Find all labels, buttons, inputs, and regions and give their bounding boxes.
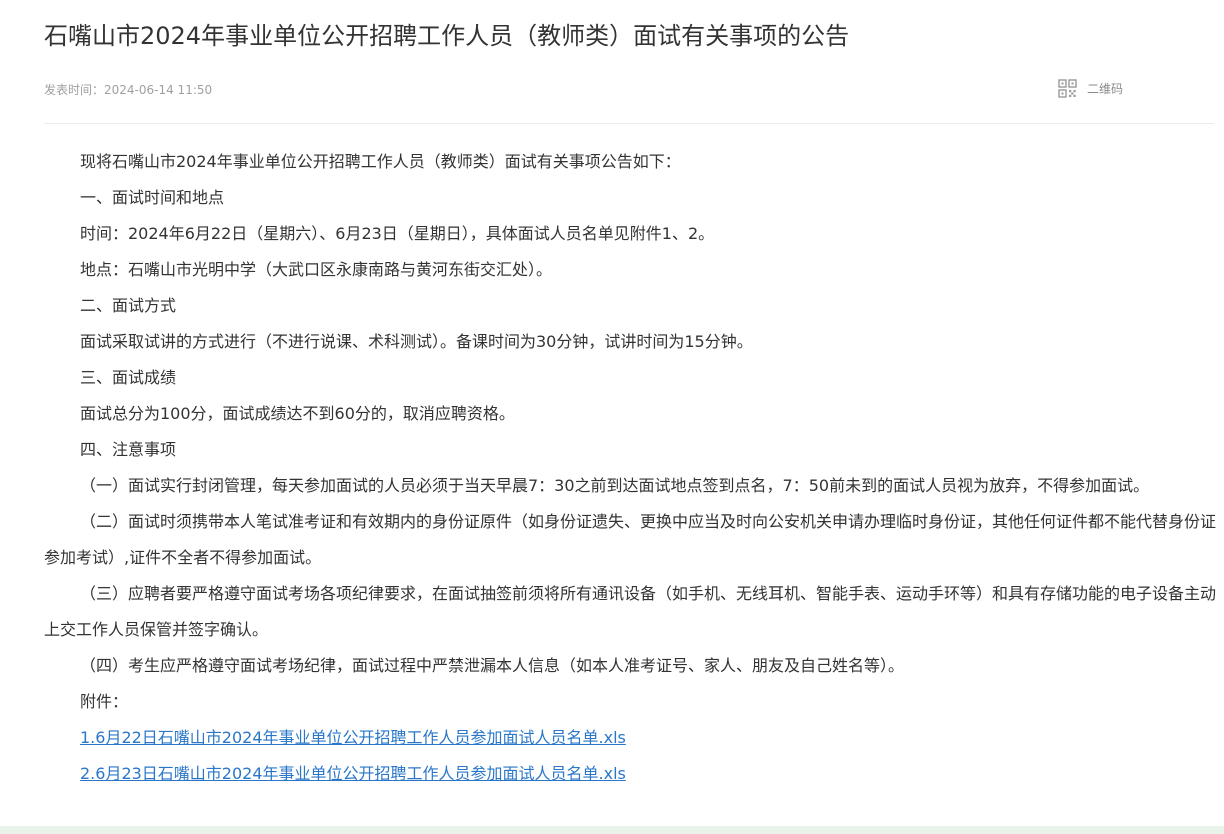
section-heading-method: 二、面试方式 — [80, 296, 177, 315]
note-item-2: （二）面试时须携带本人笔试准考证和有效期内的身份证原件（如身份证遗失、更换中应当… — [44, 512, 1217, 567]
article-body: 现将石嘴山市2024年事业单位公开招聘工作人员（教师类）面试有关事项公告如下： … — [44, 144, 1216, 792]
attachment-link-2[interactable]: 2.6月23日石嘴山市2024年事业单位公开招聘工作人员参加面试人员名单.xls — [80, 764, 626, 783]
attachments-label: 附件： — [80, 692, 129, 711]
attachment-item-2: 2.6月23日石嘴山市2024年事业单位公开招聘工作人员参加面试人员名单.xls — [44, 756, 1216, 792]
interview-score: 面试总分为100分，面试成绩达不到60分的，取消应聘资格。 — [80, 404, 515, 423]
attachment-link-1[interactable]: 1.6月22日石嘴山市2024年事业单位公开招聘工作人员参加面试人员名单.xls — [80, 728, 626, 747]
publish-time: 发表时间：2024-06-14 11:50 — [44, 83, 213, 97]
note-item-1: （一）面试实行封闭管理，每天参加面试的人员必须于当天早晨7：30之前到达面试地点… — [80, 476, 1150, 495]
attachment-item-1: 1.6月22日石嘴山市2024年事业单位公开招聘工作人员参加面试人员名单.xls — [44, 720, 1216, 756]
page-title: 石嘴山市2024年事业单位公开招聘工作人员（教师类）面试有关事项的公告 — [44, 22, 850, 50]
bottom-bar — [0, 826, 1224, 834]
header-divider — [44, 123, 1214, 124]
qr-code-button[interactable]: 二维码 — [1058, 79, 1123, 98]
section-heading-score: 三、面试成绩 — [80, 368, 177, 387]
interview-time: 时间：2024年6月22日（星期六）、6月23日（星期日），具体面试人员名单见附… — [80, 224, 715, 243]
qr-code-label: 二维码 — [1087, 82, 1124, 96]
note-item-3: （三）应聘者要严格遵守面试考场各项纪律要求，在面试抽签前须将所有通讯设备（如手机… — [44, 584, 1217, 639]
intro-paragraph: 现将石嘴山市2024年事业单位公开招聘工作人员（教师类）面试有关事项公告如下： — [80, 152, 681, 171]
qr-code-icon — [1058, 79, 1077, 98]
interview-place: 地点：石嘴山市光明中学（大武口区永康南路与黄河东街交汇处）。 — [80, 260, 553, 279]
article-page: 石嘴山市2024年事业单位公开招聘工作人员（教师类）面试有关事项的公告 发表时间… — [0, 0, 1224, 834]
interview-method: 面试采取试讲的方式进行（不进行说课、术科测试）。备课时间为30分钟，试讲时间为1… — [80, 332, 753, 351]
note-item-4: （四）考生应严格遵守面试考场纪律，面试过程中严禁泄漏本人信息（如本人准考证号、家… — [80, 656, 905, 675]
section-heading-time-place: 一、面试时间和地点 — [80, 188, 225, 207]
section-heading-notes: 四、注意事项 — [80, 440, 177, 459]
